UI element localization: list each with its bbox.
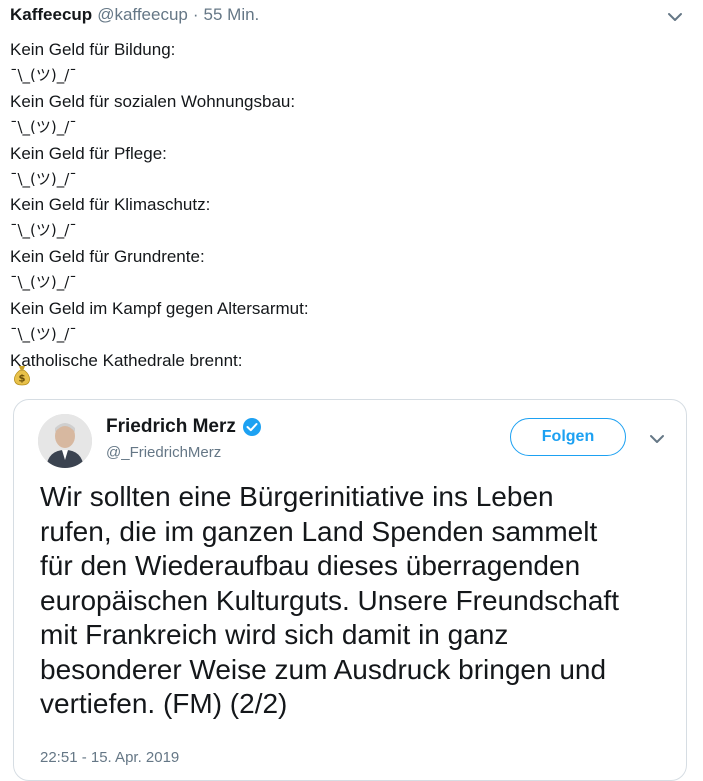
text-line: Kein Geld für Pflege: [10, 143, 167, 163]
quoted-text-line: für den Wiederaufbau dieses überragenden [40, 550, 581, 581]
shrug-line: ¯\_(ツ)_/¯ [10, 221, 77, 240]
text-line: Katholische Kathedrale brennt: [10, 350, 243, 370]
quoted-text-line: vertiefen. (FM) (2/2) [40, 688, 288, 719]
quoted-text-line: europäischen Kulturguts. Unsere Freundsc… [40, 584, 619, 616]
shrug-line: ¯\_(ツ)_/¯ [10, 273, 77, 292]
money-bag-icon: $ [14, 366, 30, 386]
svg-text:$: $ [19, 374, 26, 385]
quoted-author-name[interactable]: Friedrich Merz [106, 416, 262, 438]
avatar[interactable] [38, 414, 92, 468]
shrug-line: ¯\_(ツ)_/¯ [10, 324, 77, 343]
author-name[interactable]: Kaffeecup [10, 5, 92, 25]
tweet-time[interactable]: 55 Min. [204, 5, 260, 25]
tweet-text: Kein Geld für Bildung: ¯\_(ツ)_/¯ Kein Ge… [10, 37, 309, 374]
quoted-tweet-card[interactable]: Friedrich Merz @_FriedrichMerz Folgen Wi… [13, 399, 687, 781]
quoted-text-line: besonderer Weise zum Ausdruck bringen un… [40, 653, 607, 685]
quoted-tweet-text: Wir sollten eine Bürgerinitiative ins Le… [40, 480, 680, 722]
quoted-author-handle[interactable]: @_FriedrichMerz [106, 444, 221, 461]
follow-button[interactable]: Folgen [510, 418, 626, 456]
shrug-line: ¯\_(ツ)_/¯ [10, 65, 77, 84]
quoted-timestamp[interactable]: 22:51 - 15. Apr. 2019 [40, 749, 179, 766]
quoted-text-line: Wir sollten eine Bürgerinitiative ins Le… [40, 481, 554, 512]
text-line: Kein Geld für Bildung: [10, 40, 176, 59]
separator-dot: · [192, 5, 199, 24]
shrug-line: ¯\_(ツ)_/¯ [10, 117, 77, 136]
text-line: Kein Geld im Kampf gegen Altersarmut: [10, 299, 309, 319]
shrug-line: ¯\_(ツ)_/¯ [10, 169, 77, 188]
text-line: Kein Geld für Grundrente: [10, 247, 205, 267]
quoted-author-label: Friedrich Merz [106, 416, 236, 437]
text-line: Kein Geld für sozialen Wohnungsbau: [10, 91, 296, 111]
tweet-header: Kaffeecup @kaffeecup · 55 Min. [10, 5, 259, 29]
quoted-text-line: rufen, die im ganzen Land Spenden sammel… [40, 515, 598, 547]
tweet: Kaffeecup @kaffeecup · 55 Min. Kein Geld… [0, 0, 703, 781]
chevron-down-icon[interactable] [664, 8, 686, 26]
chevron-down-icon[interactable] [648, 432, 666, 446]
author-handle[interactable]: @kaffeecup [97, 5, 188, 25]
verified-badge-icon [242, 418, 261, 436]
text-line: Kein Geld für Klimaschutz: [10, 195, 211, 215]
quoted-text-line: mit Frankreich wird sich damit in ganz [40, 619, 509, 650]
